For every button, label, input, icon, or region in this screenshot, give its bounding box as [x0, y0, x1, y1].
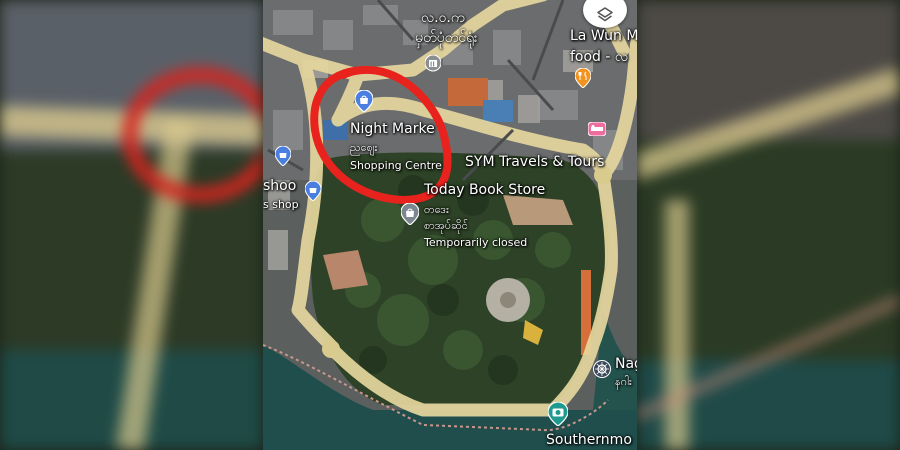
restaurant-icon[interactable]: [575, 68, 591, 88]
southernmost-label[interactable]: Southernmo: [546, 432, 632, 448]
night-market-shopping-bag-icon[interactable]: [355, 90, 373, 112]
book-store-status: Temporarily closed: [424, 236, 528, 249]
town-office-label[interactable]: လ.ဝ.က: [421, 8, 465, 29]
nag-label[interactable]: Nag: [615, 356, 637, 372]
landmark-icon[interactable]: [425, 55, 441, 73]
night-market-type-label: Shopping Centre: [350, 159, 442, 172]
night-market-myanmar-label: ညဈေး: [350, 141, 378, 154]
hotel-icon[interactable]: [588, 122, 606, 136]
nag-sublabel: နဂါး: [615, 375, 632, 388]
book-store-myanmar-label-2: စာအုပ်ဆိုင်: [424, 219, 468, 232]
pagoda-icon[interactable]: [593, 360, 611, 378]
la-wun-sublabel: food - လ: [570, 49, 629, 65]
town-office-sublabel: မှတ်ပုံတင်ရုံး: [415, 30, 478, 46]
blurred-background-right: [637, 0, 900, 450]
night-market-label[interactable]: Night Marke: [350, 121, 435, 137]
la-wun-label[interactable]: La Wun M: [570, 28, 637, 44]
blurred-background-left: [0, 0, 263, 450]
shoe-shop-shopping-bag-icon[interactable]: [275, 146, 291, 166]
store-icon[interactable]: [401, 203, 419, 225]
layers-icon: [597, 7, 613, 22]
shoe-shop-label[interactable]: shoo: [263, 178, 296, 194]
shoe-shop-sublabel: s shop: [263, 198, 299, 211]
camera-icon[interactable]: [548, 402, 568, 426]
today-book-store-label[interactable]: Today Book Store: [424, 182, 545, 198]
sym-travels-label[interactable]: SYM Travels & Tours: [465, 154, 604, 170]
satellite-map[interactable]: လ.ဝ.က မှတ်ပုံတင်ရုံး La Wun M food - လ N…: [263, 0, 637, 450]
shop-shopping-bag-icon[interactable]: [305, 181, 321, 201]
book-store-myanmar-label-1: တဒေး: [424, 203, 449, 216]
